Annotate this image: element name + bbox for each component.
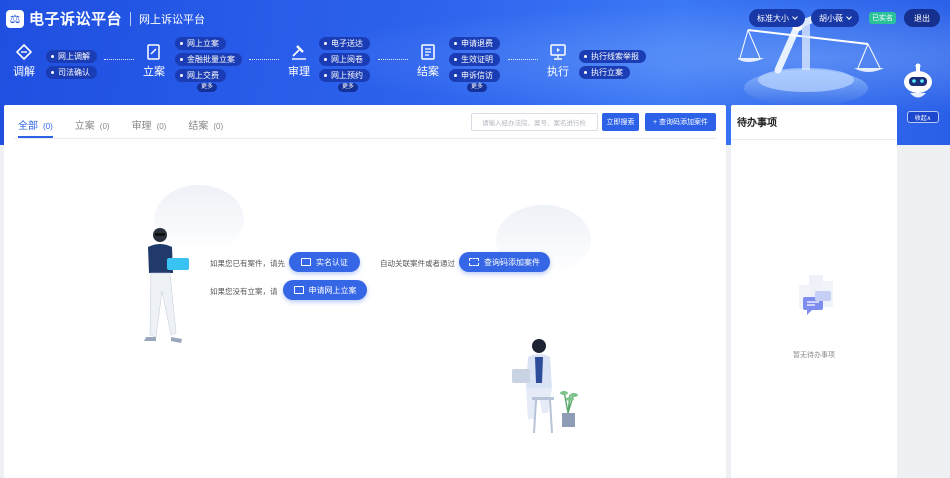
cta-label: 查询码添加案件: [484, 257, 540, 267]
tab-closed[interactable]: 结案 (0): [188, 117, 223, 138]
search-button[interactable]: 立即搜索: [602, 113, 639, 131]
case-panel: 全部 (0) 立案 (0) 审理 (0) 结案 (0) 请输入经办法院、案号、案名进行检…: [4, 105, 726, 478]
tab-label: 全部: [18, 121, 38, 132]
stage-filing[interactable]: 立案: [143, 44, 165, 79]
document-icon: [421, 44, 435, 60]
logo[interactable]: ⚖ 电子诉讼平台 网上诉讼平台: [6, 8, 205, 29]
chip-execution-filing[interactable]: 执行立案: [579, 66, 630, 79]
verified-badge: 已实名: [869, 12, 896, 24]
stage-closing[interactable]: 结案: [417, 44, 439, 79]
monitor-icon: [293, 286, 304, 294]
trial-more-button[interactable]: 更多: [338, 83, 359, 92]
tab-trial[interactable]: 审理 (0): [132, 117, 167, 138]
diamond-icon: [15, 44, 33, 60]
chip-judicial-confirmation[interactable]: 司法确认: [46, 66, 97, 79]
chip-petition[interactable]: 申诉信访: [449, 69, 500, 82]
stage-mediation[interactable]: 调解: [13, 44, 35, 79]
platform-subtitle: 网上诉讼平台: [139, 13, 206, 26]
top-right-controls: 标准大小 胡小薇 已实名 退出: [749, 9, 940, 27]
tab-all[interactable]: 全部 (0): [18, 117, 53, 138]
tab-label: 审理: [131, 121, 152, 132]
tab-filing[interactable]: 立案 (0): [75, 117, 110, 138]
woman-on-stool-illustration: [512, 339, 578, 434]
tab-count: (0): [213, 122, 224, 131]
tab-label: 结案: [188, 121, 209, 132]
real-name-auth-button[interactable]: 实名认证: [289, 252, 360, 272]
chip-online-appointment[interactable]: 网上预约: [319, 69, 370, 82]
stage-label: 执行: [547, 66, 569, 78]
stage-label: 调解: [13, 66, 35, 78]
todo-title: 待办事项: [737, 118, 777, 129]
cta-label: 实名认证: [316, 257, 348, 267]
font-size-dropdown[interactable]: 标准大小: [749, 9, 805, 27]
tab-label: 立案: [74, 121, 95, 132]
filing-more-button[interactable]: 更多: [197, 83, 218, 92]
gavel-icon: [292, 45, 306, 60]
chip-online-payment[interactable]: 网上交费: [175, 69, 226, 82]
chip-refund-request[interactable]: 申请退费: [449, 37, 500, 50]
chip-online-mediation[interactable]: 网上调解: [46, 50, 97, 63]
chip-online-filing[interactable]: 网上立案: [175, 37, 226, 50]
cta-label: 申请网上立案: [308, 285, 357, 295]
tab-divider: [14, 138, 716, 139]
stage-trial[interactable]: 审理: [288, 44, 310, 79]
flow-connector: [104, 59, 134, 60]
empty-message-icon: [799, 275, 833, 315]
chip-execution-clue-report[interactable]: 执行线索举报: [579, 50, 646, 63]
tab-count: (0): [43, 122, 53, 131]
flow-connector: [508, 59, 538, 60]
stage-label: 审理: [288, 66, 310, 78]
chevron-down-icon: [846, 14, 852, 20]
chip-electronic-service[interactable]: 电子送达: [319, 37, 370, 50]
hint-has-case: 如果您已有案件，请先: [210, 259, 285, 268]
case-tabs: 全部 (0) 立案 (0) 审理 (0) 结案 (0): [18, 117, 223, 138]
scales-logo-icon: ⚖: [6, 9, 24, 28]
case-search-input[interactable]: 请输入经办法院、案号、案名进行检: [471, 113, 598, 131]
add-case-by-code-button[interactable]: + 查询码添加案件: [645, 113, 716, 131]
tab-count: (0): [99, 122, 110, 131]
chevron-down-icon: [792, 14, 798, 20]
file-edit-icon: [147, 44, 160, 60]
collapse-button[interactable]: 收起∧: [907, 111, 939, 123]
todo-divider: [731, 139, 897, 140]
logout-label: 退出: [914, 13, 930, 23]
title-divider: [130, 11, 132, 26]
empty-todo-text: 暂无待办事项: [793, 352, 835, 359]
query-code-add-case-button[interactable]: 查询码添加案件: [459, 252, 550, 272]
tab-count: (0): [156, 122, 167, 131]
online-filing-button[interactable]: 申请网上立案: [283, 280, 367, 300]
hint-no-case: 如果您没有立案，请: [210, 287, 278, 296]
user-menu[interactable]: 胡小薇: [811, 9, 859, 27]
stage-label: 结案: [417, 66, 439, 78]
hint-link-case: 自动关联案件或者通过: [380, 259, 455, 268]
chip-online-file-review[interactable]: 网上阅卷: [319, 53, 370, 66]
monitor-icon: [550, 44, 566, 60]
man-with-laptop-illustration: [144, 228, 189, 343]
flow-connector: [249, 59, 279, 60]
app-title: 电子诉讼平台: [29, 11, 123, 28]
user-name: 胡小薇: [819, 13, 843, 23]
stage-execution[interactable]: 执行: [547, 44, 569, 79]
font-size-label: 标准大小: [757, 13, 789, 23]
logout-button[interactable]: 退出: [904, 9, 940, 27]
todo-panel: 待办事项 暂无待办事项: [731, 105, 897, 478]
closing-more-button[interactable]: 更多: [467, 83, 488, 92]
verified-wrap: 已实名: [865, 9, 898, 27]
chip-batch-filing[interactable]: 金融批量立案: [175, 53, 242, 66]
scan-icon: [469, 258, 479, 266]
chip-effective-certificate[interactable]: 生效证明: [449, 53, 500, 66]
id-card-icon: [301, 258, 311, 266]
stage-label: 立案: [143, 66, 165, 78]
flow-connector: [378, 59, 408, 60]
